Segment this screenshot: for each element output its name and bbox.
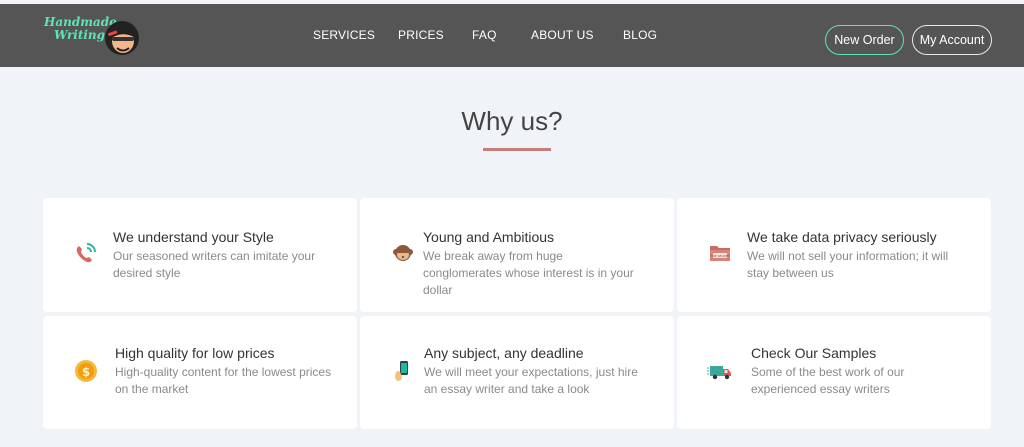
top-secret-folder-icon: TOP SECRET [710,246,730,261]
top-secret-label: TOP SECRET [710,254,730,258]
feature-heading: Any subject, any deadline [424,345,584,361]
feature-text: We will not sell your information; it wi… [747,249,949,280]
feature-heading: We understand your Style [113,229,274,245]
nav-about-us[interactable]: ABOUT US [531,28,594,42]
feature-card-privacy: TOP SECRET We take data privacy seriousl… [677,198,991,312]
feature-text: We break away from huge conglomerates wh… [423,249,634,297]
feature-card-young: Young and Ambitious We break away from h… [360,198,674,312]
svg-text:$: $ [82,365,90,379]
feature-text: High-quality content for the lowest pric… [115,365,332,396]
feature-text: Our seasoned writers can imitate your de… [113,249,316,280]
coin-icon: $ [75,360,97,382]
feature-heading: Young and Ambitious [423,229,555,245]
my-account-button[interactable]: My Account [912,25,992,55]
nav-faq[interactable]: FAQ [472,28,497,42]
feature-card-samples: Check Our Samples Some of the best work … [677,316,991,429]
feature-card-style: We understand your Style Our seasoned wr… [43,198,357,312]
phone-hand-icon [395,361,408,381]
monkey-icon [393,245,413,261]
nav-services[interactable]: SERVICES [313,28,375,42]
feature-heading: High quality for low prices [115,345,275,361]
feature-text: We will meet your expectations, just hir… [424,365,638,396]
mascot-icon [105,21,139,55]
phone-icon [76,243,96,263]
nav-blog[interactable]: BLOG [623,28,657,42]
brand-logo[interactable]: Handmade Writing [44,12,144,62]
nav-prices[interactable]: PRICES [398,28,444,42]
feature-heading: We take data privacy seriously [747,229,937,245]
new-order-button[interactable]: New Order [825,25,904,55]
feature-card-subject: Any subject, any deadline We will meet y… [360,316,674,429]
site-header: Handmade Writing SERVICES PRICES FAQ ABO… [0,4,1024,67]
title-underline [483,148,551,151]
page: Handmade Writing SERVICES PRICES FAQ ABO… [0,0,1024,447]
delivery-truck-icon [707,366,731,380]
section-title: Why us? [461,106,563,136]
feature-text: Some of the best work of our experienced… [751,365,905,396]
feature-card-quality: $ High quality for low prices High-quali… [43,316,357,429]
feature-heading: Check Our Samples [751,345,877,361]
